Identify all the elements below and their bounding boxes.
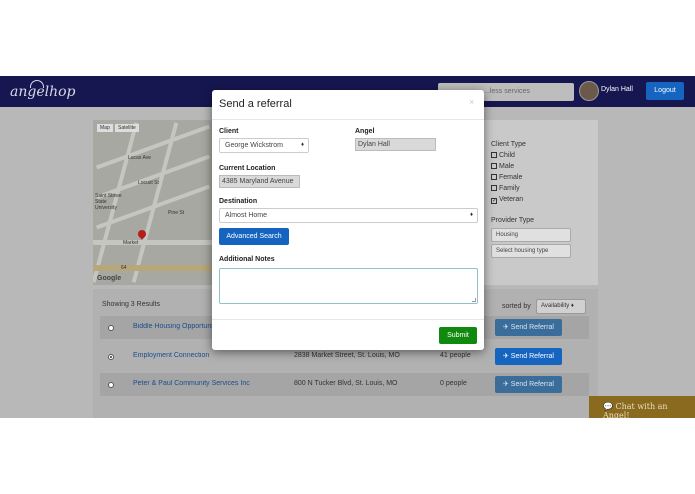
destination-select[interactable]: Almost Home ♦ (219, 208, 478, 223)
client-type-child[interactable]: Child (491, 152, 515, 159)
notes-label: Additional Notes (219, 256, 275, 263)
checkbox-checked-icon[interactable]: ✓ (491, 198, 497, 204)
provider-capacity: 41 people (440, 352, 471, 359)
map-label: Saint Stowe State University (95, 193, 122, 211)
provider-address: 800 N Tucker Blvd, St. Louis, MO (294, 380, 398, 387)
client-type-label: Client Type (491, 141, 526, 148)
map-tab-map[interactable]: Map (97, 124, 113, 132)
map-label: Market (123, 240, 139, 246)
referral-modal: Send a referral × Client George Wickstro… (212, 90, 484, 350)
send-referral-button[interactable]: ✈ Send Referral (495, 348, 562, 365)
submit-button[interactable]: Submit (439, 327, 477, 344)
map-label: Pine St (168, 210, 185, 216)
sorted-by-label: sorted by (502, 303, 531, 310)
client-type-female[interactable]: Female (491, 174, 522, 181)
map-label: Locust St (138, 180, 159, 186)
angel-field: Dylan Hall (355, 138, 436, 151)
provider-name[interactable]: Biddle Housing Opportunities (133, 323, 223, 330)
avatar[interactable] (579, 81, 599, 101)
logout-button[interactable]: Logout (646, 82, 684, 100)
location-label: Current Location (219, 165, 276, 172)
row-radio[interactable] (108, 325, 114, 331)
map-highway (93, 265, 213, 271)
provider-name[interactable]: Employment Connection (133, 352, 209, 359)
provider-capacity: 0 people (440, 380, 467, 387)
client-type-male[interactable]: Male (491, 163, 514, 170)
client-select[interactable]: George Wickstrom ♦ (219, 138, 309, 153)
send-referral-button[interactable]: ✈ Send Referral (495, 376, 562, 393)
select-caret-icon: ♦ (469, 212, 473, 218)
send-referral-button[interactable]: ✈ Send Referral (495, 319, 562, 336)
notes-textarea[interactable] (219, 268, 478, 304)
row-radio[interactable] (108, 382, 114, 388)
checkbox-icon[interactable] (491, 185, 497, 191)
google-logo: Google (97, 275, 122, 282)
provider-type-select[interactable]: Housing (491, 228, 571, 242)
location-field: 4385 Maryland Avenue (219, 175, 300, 188)
divider (212, 319, 484, 320)
map-label: 64 (121, 265, 127, 271)
provider-name[interactable]: Peter & Paul Community Services Inc (133, 380, 250, 387)
angel-label: Angel (355, 128, 375, 135)
map-tab-satellite[interactable]: Satellite (115, 124, 139, 132)
map-road (93, 240, 213, 245)
divider (212, 119, 484, 120)
housing-type-select[interactable]: Select housing type (491, 244, 571, 258)
select-caret-icon: ♦ (300, 142, 304, 148)
checkbox-icon[interactable] (491, 152, 497, 158)
destination-label: Destination (219, 198, 258, 205)
modal-title: Send a referral (219, 98, 292, 110)
map[interactable]: Map Satellite Lucas Ave Locust St Pine S… (93, 120, 213, 285)
close-icon[interactable]: × (469, 97, 474, 107)
logo[interactable]: angelhop (10, 84, 76, 100)
chat-icon: 💬 (603, 402, 613, 411)
chat-button[interactable]: 💬 Chat with an Angel! (589, 396, 695, 418)
results-count: Showing 3 Results (102, 301, 160, 308)
client-type-veteran[interactable]: ✓ Veteran (491, 196, 523, 204)
filters-panel: Client Type Child Male Female Family ✓ Ve… (486, 120, 598, 280)
row-radio[interactable] (108, 354, 114, 360)
provider-type-label: Provider Type (491, 217, 535, 224)
advanced-search-button[interactable]: Advanced Search (219, 228, 289, 245)
resize-grip-icon[interactable] (472, 298, 476, 302)
client-label: Client (219, 128, 239, 135)
checkbox-icon[interactable] (491, 163, 497, 169)
map-label: Lucas Ave (128, 155, 151, 161)
sort-select[interactable]: Availability ♦ (536, 299, 586, 314)
client-type-family[interactable]: Family (491, 185, 520, 192)
table-row[interactable]: Peter & Paul Community Services Inc 800 … (100, 373, 589, 396)
provider-address: 2838 Market Street, St. Louis, MO (294, 352, 400, 359)
checkbox-icon[interactable] (491, 174, 497, 180)
username: Dylan Hall (601, 86, 633, 93)
